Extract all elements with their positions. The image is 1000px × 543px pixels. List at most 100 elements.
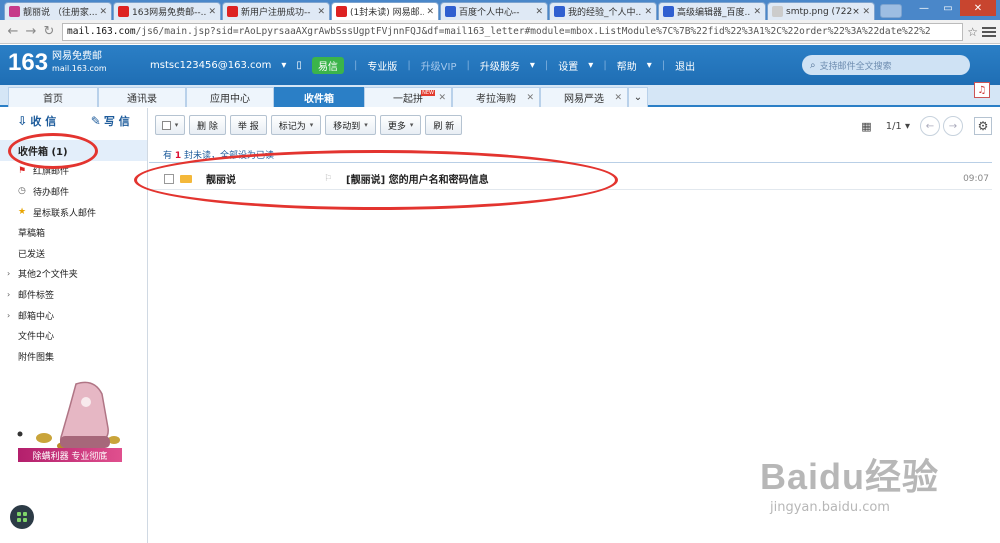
report-button[interactable]: 举 报 xyxy=(229,115,267,135)
mail-header: 163 网易免费邮 mail.163.com mstsc123456@163.c… xyxy=(0,45,1000,85)
favicon-icon xyxy=(9,6,20,17)
tab-kaola[interactable]: 考拉海购 ✕ xyxy=(452,87,540,107)
phone-icon[interactable]: ▯ xyxy=(296,60,302,71)
mark-as-dropdown[interactable]: 标记为 ▾ xyxy=(270,115,322,135)
close-icon[interactable]: ✕ xyxy=(535,7,543,17)
sidebar-item-file-center[interactable]: 文件中心 xyxy=(0,325,147,346)
close-icon[interactable]: ✕ xyxy=(862,7,870,17)
tab-yiqipin[interactable]: 一起拼 NEW ✕ xyxy=(364,87,452,107)
close-icon[interactable]: ✕ xyxy=(753,7,761,17)
next-page-icon[interactable]: → xyxy=(943,116,963,136)
tab-app-center[interactable]: 应用中心 xyxy=(186,87,274,107)
logo-domain: mail.163.com xyxy=(52,64,107,73)
window-close-icon[interactable]: ✕ xyxy=(960,0,996,16)
browser-tab[interactable]: 新用户注册成功-- ✕ xyxy=(222,2,330,20)
page-indicator[interactable]: 1/1 ▾ xyxy=(886,121,910,132)
refresh-button[interactable]: 刷 新 xyxy=(425,115,463,135)
browser-menu-icon[interactable] xyxy=(982,25,996,39)
mail-row[interactable]: 靓丽说 ⚐ [靓丽说] 您的用户名和密码信息 09:07 xyxy=(149,168,992,190)
logo[interactable]: 163 网易免费邮 mail.163.com xyxy=(8,49,107,77)
sidebar-item-label: 文件中心 xyxy=(18,332,55,343)
mail-search-input[interactable]: ⌕ 支持邮件全文搜索 xyxy=(802,55,970,75)
tab-home[interactable]: 首页 xyxy=(8,87,98,107)
unread-count: 1 xyxy=(174,151,182,161)
more-dropdown[interactable]: 更多 ▾ xyxy=(379,115,422,135)
account-dropdown-icon[interactable]: ▾ xyxy=(281,60,286,71)
prev-page-icon[interactable]: ← xyxy=(920,116,940,136)
favicon-icon xyxy=(554,6,565,17)
help-link[interactable]: 帮助 xyxy=(617,58,637,73)
browser-tab[interactable]: 百度个人中心-- ✕ xyxy=(440,2,548,20)
close-icon[interactable]: ✕ xyxy=(438,93,446,103)
music-icon[interactable]: ♫ xyxy=(974,82,990,98)
sidebar-item-todo[interactable]: ◷ 待办邮件 xyxy=(0,181,147,202)
browser-tab-active[interactable]: (1封未读) 网易邮... ✕ xyxy=(331,2,439,20)
sidebar-item-tags[interactable]: › 邮件标签 xyxy=(0,284,147,305)
browser-tab[interactable]: 163网易免费邮--... ✕ xyxy=(113,2,221,20)
search-icon: ⌕ xyxy=(810,59,816,71)
logout-link[interactable]: 退出 xyxy=(675,58,695,73)
calendar-icon[interactable]: ▦ xyxy=(861,120,871,133)
tab-yanxuan[interactable]: 网易严选 ✕ xyxy=(540,87,628,107)
row-checkbox[interactable] xyxy=(164,173,174,184)
tab-inbox[interactable]: 收件箱 xyxy=(274,87,364,107)
sidebar-item-mail-center[interactable]: › 邮箱中心 xyxy=(0,305,147,326)
tab-label: 首页 xyxy=(43,94,63,105)
gear-icon[interactable]: ⚙ xyxy=(974,117,992,135)
upgrade-vip-link[interactable]: 升级VIP xyxy=(421,58,457,73)
chevron-down-icon: ⌄ xyxy=(633,92,643,103)
sidebar-item-sent[interactable]: 已发送 xyxy=(0,243,147,264)
sidebar-item-red-flag[interactable]: ⚑ 红旗邮件 xyxy=(0,161,147,182)
sidebar-item-label: 红旗邮件 xyxy=(33,167,70,178)
sidebar-item-starred[interactable]: ★ 星标联系人邮件 xyxy=(0,202,147,223)
new-tab-button[interactable] xyxy=(880,4,902,18)
browser-tab[interactable]: 高级编辑器_百度... ✕ xyxy=(658,2,766,20)
reload-icon[interactable]: ↻ xyxy=(40,24,58,39)
browser-tab[interactable]: 靓丽说 （往册家... ✕ xyxy=(4,2,112,20)
unread-prefix: 有 xyxy=(163,151,173,161)
flag-icon[interactable]: ⚐ xyxy=(324,174,346,184)
upgrade-service-link[interactable]: 升级服务 xyxy=(480,58,520,73)
browser-tab[interactable]: 我的经验_个人中... ✕ xyxy=(549,2,657,20)
app-grid-icon[interactable] xyxy=(10,505,34,529)
mark-all-read-link[interactable]: 全部设为已读 xyxy=(220,151,274,161)
sidebar-item-drafts[interactable]: 草稿箱 xyxy=(0,222,147,243)
delete-button[interactable]: 删 除 xyxy=(189,115,226,135)
move-to-dropdown[interactable]: 移动到 ▾ xyxy=(325,115,376,135)
bookmark-star-icon[interactable]: ☆ xyxy=(967,25,978,39)
window-controls: — ▭ ✕ xyxy=(912,0,996,16)
select-all-dropdown[interactable]: ▾ xyxy=(155,115,185,135)
tab-contacts[interactable]: 通讯录 xyxy=(98,87,186,107)
settings-link[interactable]: 设置 xyxy=(558,58,578,73)
yixin-button[interactable]: 易信 xyxy=(311,57,344,74)
sidebar-item-label: 待办邮件 xyxy=(33,187,70,198)
compose-label: 写 信 xyxy=(103,115,130,128)
url-input[interactable]: mail.163.com/js6/main.jsp?sid=rAoLpyrsaa… xyxy=(62,22,964,41)
close-icon[interactable]: ✕ xyxy=(208,7,216,17)
close-icon[interactable]: ✕ xyxy=(317,7,325,17)
more-tabs-button[interactable]: ⌄ xyxy=(628,87,648,107)
back-icon[interactable]: ← xyxy=(4,24,22,39)
account-name[interactable]: mstsc123456@163.com xyxy=(150,60,271,71)
browser-tab[interactable]: smtp.png (722× ✕ xyxy=(767,2,875,20)
pro-version-link[interactable]: 专业版 xyxy=(367,58,397,73)
watermark: Baidu经验 jingyan.baidu.com xyxy=(760,448,939,515)
favicon-icon xyxy=(227,6,238,17)
close-icon[interactable]: ✕ xyxy=(99,7,107,17)
maximize-icon[interactable]: ▭ xyxy=(936,0,960,16)
url-path: /js6/main.jsp?sid=rAoLpyrsaaAXgrAwbSssUg… xyxy=(135,26,931,37)
minimize-icon[interactable]: — xyxy=(912,0,936,16)
ad-banner[interactable]: 除螨利器 专业彻底 xyxy=(18,448,122,462)
receive-button[interactable]: ⇩ 收 信 xyxy=(0,113,74,129)
sidebar-item-label: 其他2个文件夹 xyxy=(18,270,78,281)
sidebar-item-inbox[interactable]: 收件箱 (1) xyxy=(0,140,147,161)
sidebar-item-other-folders[interactable]: › 其他2个文件夹 xyxy=(0,264,147,285)
close-icon[interactable]: ✕ xyxy=(644,7,652,17)
sidebar-item-attachments[interactable]: 附件图集 xyxy=(0,346,147,367)
close-icon[interactable]: ✕ xyxy=(526,93,534,103)
compose-button[interactable]: ✎ 写 信 xyxy=(74,113,148,129)
forward-icon[interactable]: → xyxy=(22,24,40,39)
close-icon[interactable]: ✕ xyxy=(426,7,434,17)
close-icon[interactable]: ✕ xyxy=(614,93,622,103)
flag-icon: ⚑ xyxy=(18,165,27,176)
